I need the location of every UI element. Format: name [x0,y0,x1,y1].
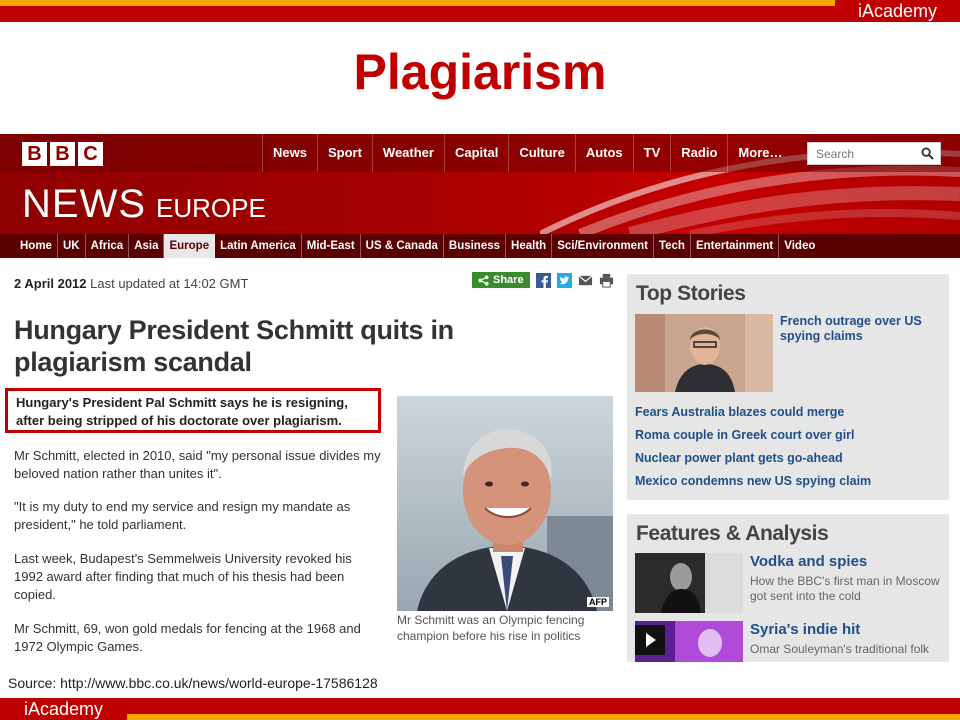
share-label: Share [493,274,524,286]
syria-indie-thumbnail[interactable] [635,621,743,662]
topnav-sport[interactable]: Sport [316,134,372,172]
search-icon[interactable] [921,147,934,160]
top-story-link[interactable]: Nuclear power plant gets go-ahead [635,451,843,466]
bbc-page-screenshot: B B C News Sport Weather Capital Culture… [0,134,960,662]
bbc-logo-letter: B [50,142,75,166]
subnav-video[interactable]: Video [779,234,820,258]
vodka-spies-image [635,553,743,613]
subnav-us-canada[interactable]: US & Canada [361,234,444,258]
twitter-icon[interactable] [556,272,572,288]
article-paragraph: Last week, Budapest's Semmelweis Univers… [14,551,352,602]
article: 2 April 2012 Last updated at 14:02 GMT S… [0,258,620,662]
bbc-logo[interactable]: B B C [22,142,103,166]
subnav-africa[interactable]: Africa [86,234,130,258]
top-story-link[interactable]: Roma couple in Greek court over girl [635,428,855,443]
topnav-autos[interactable]: Autos [574,134,633,172]
bottom-gold-stripe [127,714,960,720]
subnav-asia[interactable]: Asia [129,234,165,258]
photo-caption: Mr Schmitt was an Olympic fencing champi… [397,613,585,643]
email-icon[interactable] [578,273,593,288]
topnav-more[interactable]: More… [727,134,792,172]
topnav-radio[interactable]: Radio [670,134,727,172]
topnav-news[interactable]: News [262,134,317,172]
source-citation: Source: http://www.bbc.co.uk/news/world-… [8,675,378,691]
subnav-uk[interactable]: UK [58,234,86,258]
syria-indie-image [635,621,743,662]
feature-summary: How the BBC's first man in Moscow got se… [750,574,940,603]
article-headline: Hungary President Schmitt quits in plagi… [14,315,454,377]
facebook-icon[interactable] [535,272,551,288]
search-box[interactable] [807,142,941,165]
top-story-lead-link[interactable]: French outrage over US spying claims [780,314,940,344]
subnav-mid-east[interactable]: Mid-East [302,234,361,258]
share-icon [478,274,489,286]
article-updated: Last updated at 14:02 GMT [90,276,249,291]
slide-title: Plagiarism [353,44,607,100]
print-icon[interactable] [599,273,614,288]
article-paragraph: Mr Schmitt, elected in 2010, said "my pe… [14,448,381,481]
brand-news: NEWS [22,182,146,226]
article-date: 2 April 2012 [14,276,87,291]
vodka-spies-thumbnail[interactable] [635,553,743,613]
subnav-sci-environment[interactable]: Sci/Environment [552,234,654,258]
topnav-tv[interactable]: TV [632,134,671,172]
bbc-header: B B C News Sport Weather Capital Culture… [0,134,960,258]
feature-summary: Omar Souleyman's traditional folk [750,642,930,656]
article-lede-highlighted: Hungary's President Pal Schmitt says he … [5,388,381,433]
subnav-home[interactable]: Home [15,234,58,258]
topnav-weather[interactable]: Weather [371,134,444,172]
top-story-link[interactable]: Mexico condemns new US spying claim [635,474,871,489]
photo-credit: AFP [587,597,609,607]
topnav-capital[interactable]: Capital [443,134,508,172]
top-stories-box: Top Stories French outrage over US spyin… [627,274,949,500]
subnav-business[interactable]: Business [444,234,507,258]
top-stories-title: Top Stories [636,282,746,305]
top-story-link[interactable]: Fears Australia blazes could merge [635,405,844,420]
bbc-sub-nav: Home UK Africa Asia Europe Latin America… [0,234,960,258]
snowden-thumbnail[interactable] [635,314,773,392]
top-brand-label: iAcademy [835,0,960,22]
features-title: Features & Analysis [636,522,829,545]
subnav-tech[interactable]: Tech [654,234,691,258]
top-gold-stripe [0,0,835,6]
article-paragraph: Mr Schmitt, 69, won gold medals for fenc… [14,621,361,654]
share-button[interactable]: Share [472,272,530,288]
features-analysis-box: Features & Analysis Vodka and spies How … [627,514,949,662]
news-brand[interactable]: NEWS EUROPE [22,182,266,227]
article-paragraph: "It is my duty to end my service and res… [14,499,351,532]
article-photo: AFP [397,396,613,611]
feature-title-link[interactable]: Syria's indie hit [750,621,860,639]
subnav-health[interactable]: Health [506,234,553,258]
brand-edition: EUROPE [156,193,266,223]
subnav-entertainment[interactable]: Entertainment [691,234,780,258]
bbc-top-nav: News Sport Weather Capital Culture Autos… [262,134,792,172]
snowden-thumbnail-image [635,314,773,392]
subnav-latin-america[interactable]: Latin America [215,234,302,258]
article-dateline: 2 April 2012 Last updated at 14:02 GMT [14,276,248,291]
subnav-europe[interactable]: Europe [164,234,216,258]
search-input[interactable] [816,146,916,161]
bottom-brand-label: iAcademy [23,699,104,719]
bbc-logo-letter: B [22,142,47,166]
schmitt-portrait-image [397,396,613,611]
share-bar: Share [472,272,614,288]
feature-title-link[interactable]: Vodka and spies [750,553,867,571]
topnav-culture[interactable]: Culture [508,134,575,172]
bbc-logo-letter: C [78,142,103,166]
